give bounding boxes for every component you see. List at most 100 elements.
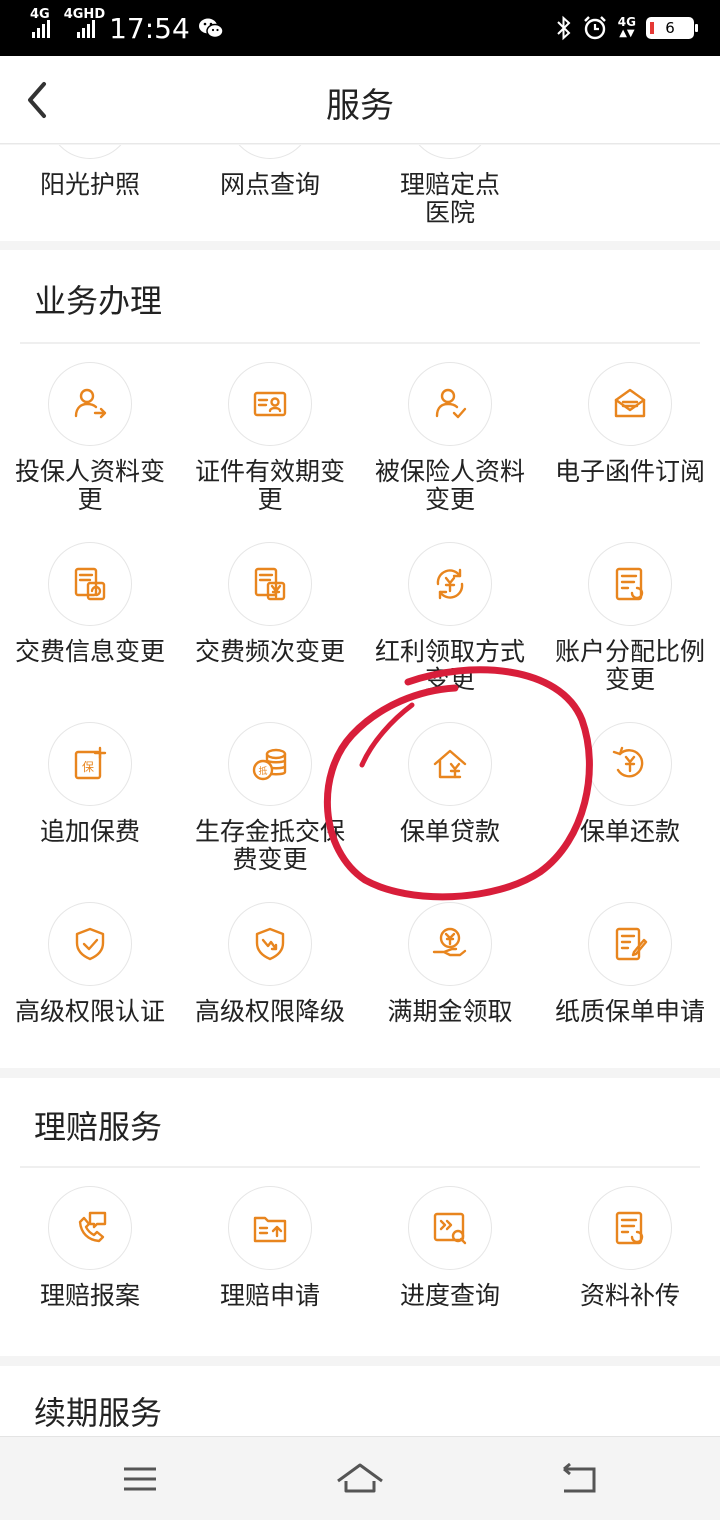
service-label: 账户分配比例变更: [554, 637, 705, 694]
service-item[interactable]: 账户分配比例变更: [540, 542, 720, 694]
service-label: 交费信息变更: [14, 637, 165, 666]
service-item[interactable]: 纸质保单申请: [540, 902, 720, 1026]
document-yen-icon: [254, 567, 286, 601]
service-icon-circle: [48, 362, 132, 446]
battery-level: 6: [665, 19, 675, 37]
service-icon-circle: [228, 902, 312, 986]
status-bar: 4G 4GHD 17:54 4G ▲▼ 6: [0, 0, 720, 56]
service-item[interactable]: 交费频次变更: [180, 542, 360, 666]
shield-check-icon: [75, 927, 105, 961]
service-item-branch-query[interactable]: 网点查询: [180, 145, 360, 199]
service-item[interactable]: 进度查询: [360, 1186, 540, 1310]
menu-icon: [124, 1467, 156, 1491]
alarm-icon: [583, 16, 606, 40]
service-item[interactable]: 保 追加保费: [0, 722, 180, 846]
service-item[interactable]: 投保人资料变更: [0, 362, 180, 514]
service-item[interactable]: 保单贷款: [360, 722, 540, 846]
service-item[interactable]: 理赔报案: [0, 1186, 180, 1310]
service-icon-circle: [408, 542, 492, 626]
battery-icon: 6: [646, 17, 698, 39]
section-title: 理赔服务: [34, 1108, 163, 1146]
service-icon-circle: [48, 145, 132, 159]
service-item[interactable]: 高级权限认证: [0, 902, 180, 1026]
service-label: 资料补传: [579, 1281, 680, 1310]
service-label: 红利领取方式变更: [374, 637, 525, 694]
service-item[interactable]: 抵 生存金抵交保费变更: [180, 722, 360, 874]
bao-plus-icon: 保: [74, 746, 107, 780]
divider: [20, 1166, 700, 1168]
folder-upload-icon: [253, 1216, 287, 1243]
service-icon-circle: [588, 362, 672, 446]
service-item[interactable]: 满期金领取: [360, 902, 540, 1026]
menu-button[interactable]: [110, 1455, 170, 1503]
service-label: 高级权限认证: [14, 997, 165, 1026]
service-item[interactable]: 被保险人资料变更: [360, 362, 540, 514]
home-button[interactable]: [330, 1455, 390, 1503]
network-type: 4G: [30, 6, 50, 22]
service-label: 保单贷款: [399, 817, 500, 846]
service-icon-circle: [228, 145, 312, 159]
service-item[interactable]: 理赔申请: [180, 1186, 360, 1310]
service-icon-circle: [408, 722, 492, 806]
service-label: 理赔申请: [219, 1281, 320, 1310]
service-icon-circle: [408, 145, 492, 159]
service-label: 投保人资料变更: [14, 457, 165, 514]
service-item[interactable]: 交费信息变更: [0, 542, 180, 666]
envelope-icon: [614, 388, 646, 418]
service-label: 电子函件订阅: [554, 457, 705, 486]
service-icon-circle: [408, 1186, 492, 1270]
service-item-claims-hospital[interactable]: 理赔定点医院: [360, 145, 540, 227]
service-label: 保单还款: [579, 817, 680, 846]
service-label: 阳光护照: [39, 170, 140, 199]
service-icon-circle: [588, 902, 672, 986]
page-title: 服务: [326, 86, 394, 126]
house-yen-icon: [433, 749, 467, 779]
service-icon-circle: [228, 542, 312, 626]
service-label: 网点查询: [219, 170, 320, 199]
service-item[interactable]: 高级权限降级: [180, 902, 360, 1026]
service-label: 纸质保单申请: [554, 997, 705, 1026]
service-icon-circle: [48, 542, 132, 626]
service-item[interactable]: 保单还款: [540, 722, 720, 846]
back-arrow-icon: [563, 1462, 596, 1493]
service-icon-circle: [588, 1186, 672, 1270]
service-label: 满期金领取: [387, 997, 513, 1026]
bluetooth-icon: [557, 15, 571, 41]
service-icon-circle: [48, 902, 132, 986]
service-icon-circle: [48, 1186, 132, 1270]
section-claims: 理赔服务 理赔报案 理赔申请 进度查询 资料补传: [0, 1078, 720, 1356]
service-label: 理赔定点医院: [399, 170, 500, 227]
clock: 17:54: [109, 11, 190, 45]
person-check-icon: [435, 388, 467, 419]
service-label: 证件有效期变更: [194, 457, 345, 514]
progress-search-icon: [433, 1212, 467, 1245]
yen-return-icon: [612, 746, 644, 778]
service-icon-circle: [588, 722, 672, 806]
phone-call-icon: [78, 1211, 107, 1243]
document-pen-icon: [615, 927, 648, 961]
service-icon-circle: 抵: [228, 722, 312, 806]
divider: [20, 342, 700, 344]
home-icon: [337, 1463, 383, 1493]
service-icon-circle: [228, 1186, 312, 1270]
service-label: 理赔报案: [39, 1281, 140, 1310]
section-business: 业务办理 投保人资料变更 证件有效期变更 被保险人资料变更 电子函件订阅 交费信…: [0, 250, 720, 1068]
service-icon-circle: [408, 902, 492, 986]
svg-text:保: 保: [82, 760, 94, 774]
service-item[interactable]: 电子函件订阅: [540, 362, 720, 486]
form-refresh-icon: [615, 567, 644, 601]
svg-text:抵: 抵: [258, 765, 267, 777]
service-item-sunshine-passport[interactable]: 阳光护照: [0, 145, 180, 199]
network-type-3: 4G: [617, 15, 636, 29]
form-refresh-icon: [615, 1211, 644, 1245]
service-item[interactable]: 资料补传: [540, 1186, 720, 1310]
yen-cycle-icon: [436, 568, 464, 600]
section-renewal: 续期服务: [0, 1366, 720, 1436]
mobile-data-icon: 4G ▲▼: [617, 15, 636, 39]
service-icon-circle: 保: [48, 722, 132, 806]
service-item[interactable]: 证件有效期变更: [180, 362, 360, 514]
service-item[interactable]: 红利领取方式变更: [360, 542, 540, 694]
back-nav-button[interactable]: [550, 1455, 610, 1503]
shield-down-icon: [255, 927, 285, 961]
section-title: 续期服务: [34, 1394, 163, 1432]
